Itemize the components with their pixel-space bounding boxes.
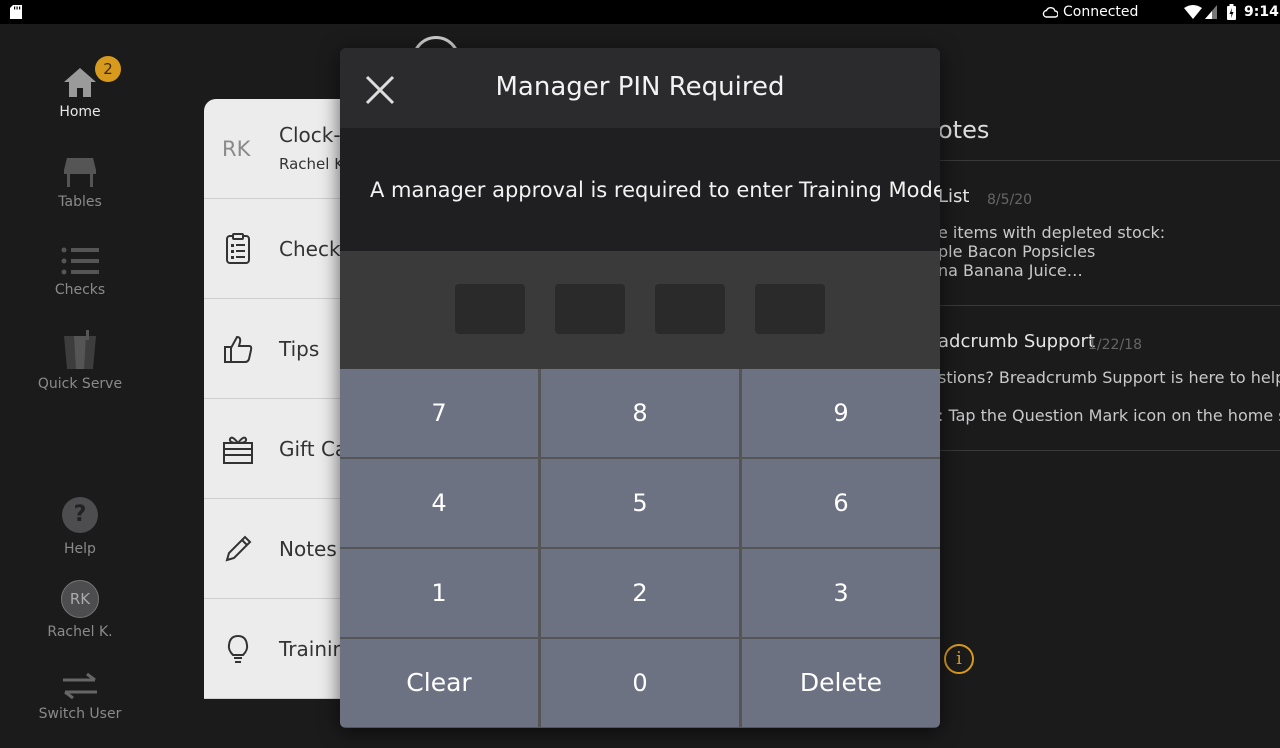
pin-digit-box	[455, 284, 525, 334]
nav-tables[interactable]: Tables	[30, 156, 130, 210]
nav-checks[interactable]: Checks	[30, 246, 130, 298]
note-line: e items with depleted stock:	[938, 223, 1166, 242]
pin-digit-box	[755, 284, 825, 334]
clear-button[interactable]: Clear	[340, 639, 538, 727]
info-icon[interactable]: i	[944, 644, 974, 674]
nav-user-label: Rachel K.	[47, 624, 113, 640]
nav-help-label: Help	[64, 541, 96, 557]
pin-digit-box	[655, 284, 725, 334]
clock-subtitle: Rachel K	[279, 155, 345, 173]
key-8[interactable]: 8	[541, 369, 739, 457]
note-title[interactable]: adcrumb Support	[938, 331, 1095, 352]
nav-user[interactable]: RK Rachel K.	[30, 580, 130, 640]
battery-icon	[1227, 4, 1236, 20]
menu-item-tips[interactable]: Tips	[204, 299, 354, 399]
key-3[interactable]: 3	[742, 549, 940, 637]
side-menu: RK Clock-I Rachel K Checko Tips Gift Ca …	[204, 99, 354, 699]
notes-panel-title: otes	[938, 116, 990, 144]
note-date: 1/22/18	[1088, 337, 1142, 353]
divider	[938, 160, 1280, 161]
avatar: RK	[61, 580, 99, 618]
note-line: ple Bacon Popsicles	[938, 242, 1096, 261]
key-7[interactable]: 7	[340, 369, 538, 457]
clock-time: 9:14	[1244, 4, 1279, 20]
nav-home-label: Home	[59, 104, 101, 120]
note-line: stions? Breadcrumb Support is here to he…	[938, 368, 1280, 387]
key-0[interactable]: 0	[541, 639, 739, 727]
menu-item-label: Trainin	[279, 637, 346, 661]
connection-status: Connected	[1063, 4, 1139, 20]
pin-digit-box	[555, 284, 625, 334]
sd-card-icon	[10, 5, 22, 19]
swap-icon	[63, 672, 97, 700]
dialog-message: A manager approval is required to enter …	[370, 178, 940, 202]
divider	[938, 305, 1280, 306]
menu-item-gift-cards[interactable]: Gift Ca	[204, 399, 354, 499]
cup-icon	[64, 330, 96, 369]
menu-item-label: Tips	[279, 337, 320, 361]
pin-entry	[340, 251, 940, 369]
key-5[interactable]: 5	[541, 459, 739, 547]
note-date: 8/5/20	[987, 192, 1033, 208]
gift-icon	[223, 436, 253, 464]
dialog-header: Manager PIN Required	[340, 48, 940, 128]
key-4[interactable]: 4	[340, 459, 538, 547]
note-line: na Banana Juice…	[938, 261, 1083, 280]
nav-tables-label: Tables	[58, 194, 102, 210]
pencil-icon	[225, 535, 252, 562]
nav-switch-user-label: Switch User	[38, 706, 122, 722]
manager-pin-dialog: Manager PIN Required A manager approval …	[340, 48, 940, 728]
nav-switch-user[interactable]: Switch User	[30, 672, 130, 722]
dialog-title: Manager PIN Required	[495, 72, 785, 102]
nav-quick-serve[interactable]: Quick Serve	[30, 330, 130, 392]
wifi-icon	[1184, 5, 1202, 19]
key-9[interactable]: 9	[742, 369, 940, 457]
user-initials: RK	[222, 137, 251, 161]
lightbulb-icon	[227, 634, 249, 663]
cloud-icon	[1042, 7, 1058, 18]
table-icon	[64, 158, 96, 187]
clipboard-icon	[226, 233, 250, 264]
key-6[interactable]: 6	[742, 459, 940, 547]
help-icon: ?	[62, 497, 98, 533]
menu-clock-in[interactable]: RK Clock-I Rachel K	[204, 99, 354, 199]
close-icon[interactable]	[360, 70, 400, 110]
home-icon	[64, 68, 96, 97]
delete-button[interactable]: Delete	[742, 639, 940, 727]
note-title[interactable]: List	[938, 186, 969, 207]
signal-icon	[1205, 5, 1217, 19]
nav-home[interactable]: 2 Home	[30, 56, 130, 120]
clock-title: Clock-I	[279, 123, 347, 147]
nav-checks-label: Checks	[54, 282, 106, 298]
menu-item-label: Gift Ca	[279, 437, 348, 461]
key-2[interactable]: 2	[541, 549, 739, 637]
notification-badge: 2	[95, 56, 121, 82]
numeric-keypad: 7 8 9 4 5 6 1 2 3 Clear 0 Delete	[340, 369, 940, 728]
divider	[938, 450, 1280, 451]
menu-item-training[interactable]: Trainin	[204, 599, 354, 699]
menu-item-label: Notes	[279, 537, 337, 561]
note-line: : Tap the Question Mark icon on the home…	[938, 406, 1280, 425]
thumbs-up-icon	[224, 335, 253, 363]
nav-help[interactable]: ? Help	[30, 497, 130, 557]
menu-item-checkout[interactable]: Checko	[204, 199, 354, 299]
key-1[interactable]: 1	[340, 549, 538, 637]
list-icon	[61, 247, 99, 275]
status-bar: Connected 9:14	[0, 0, 1280, 24]
menu-item-notes[interactable]: Notes	[204, 499, 354, 599]
nav-quick-serve-label: Quick Serve	[37, 376, 123, 392]
